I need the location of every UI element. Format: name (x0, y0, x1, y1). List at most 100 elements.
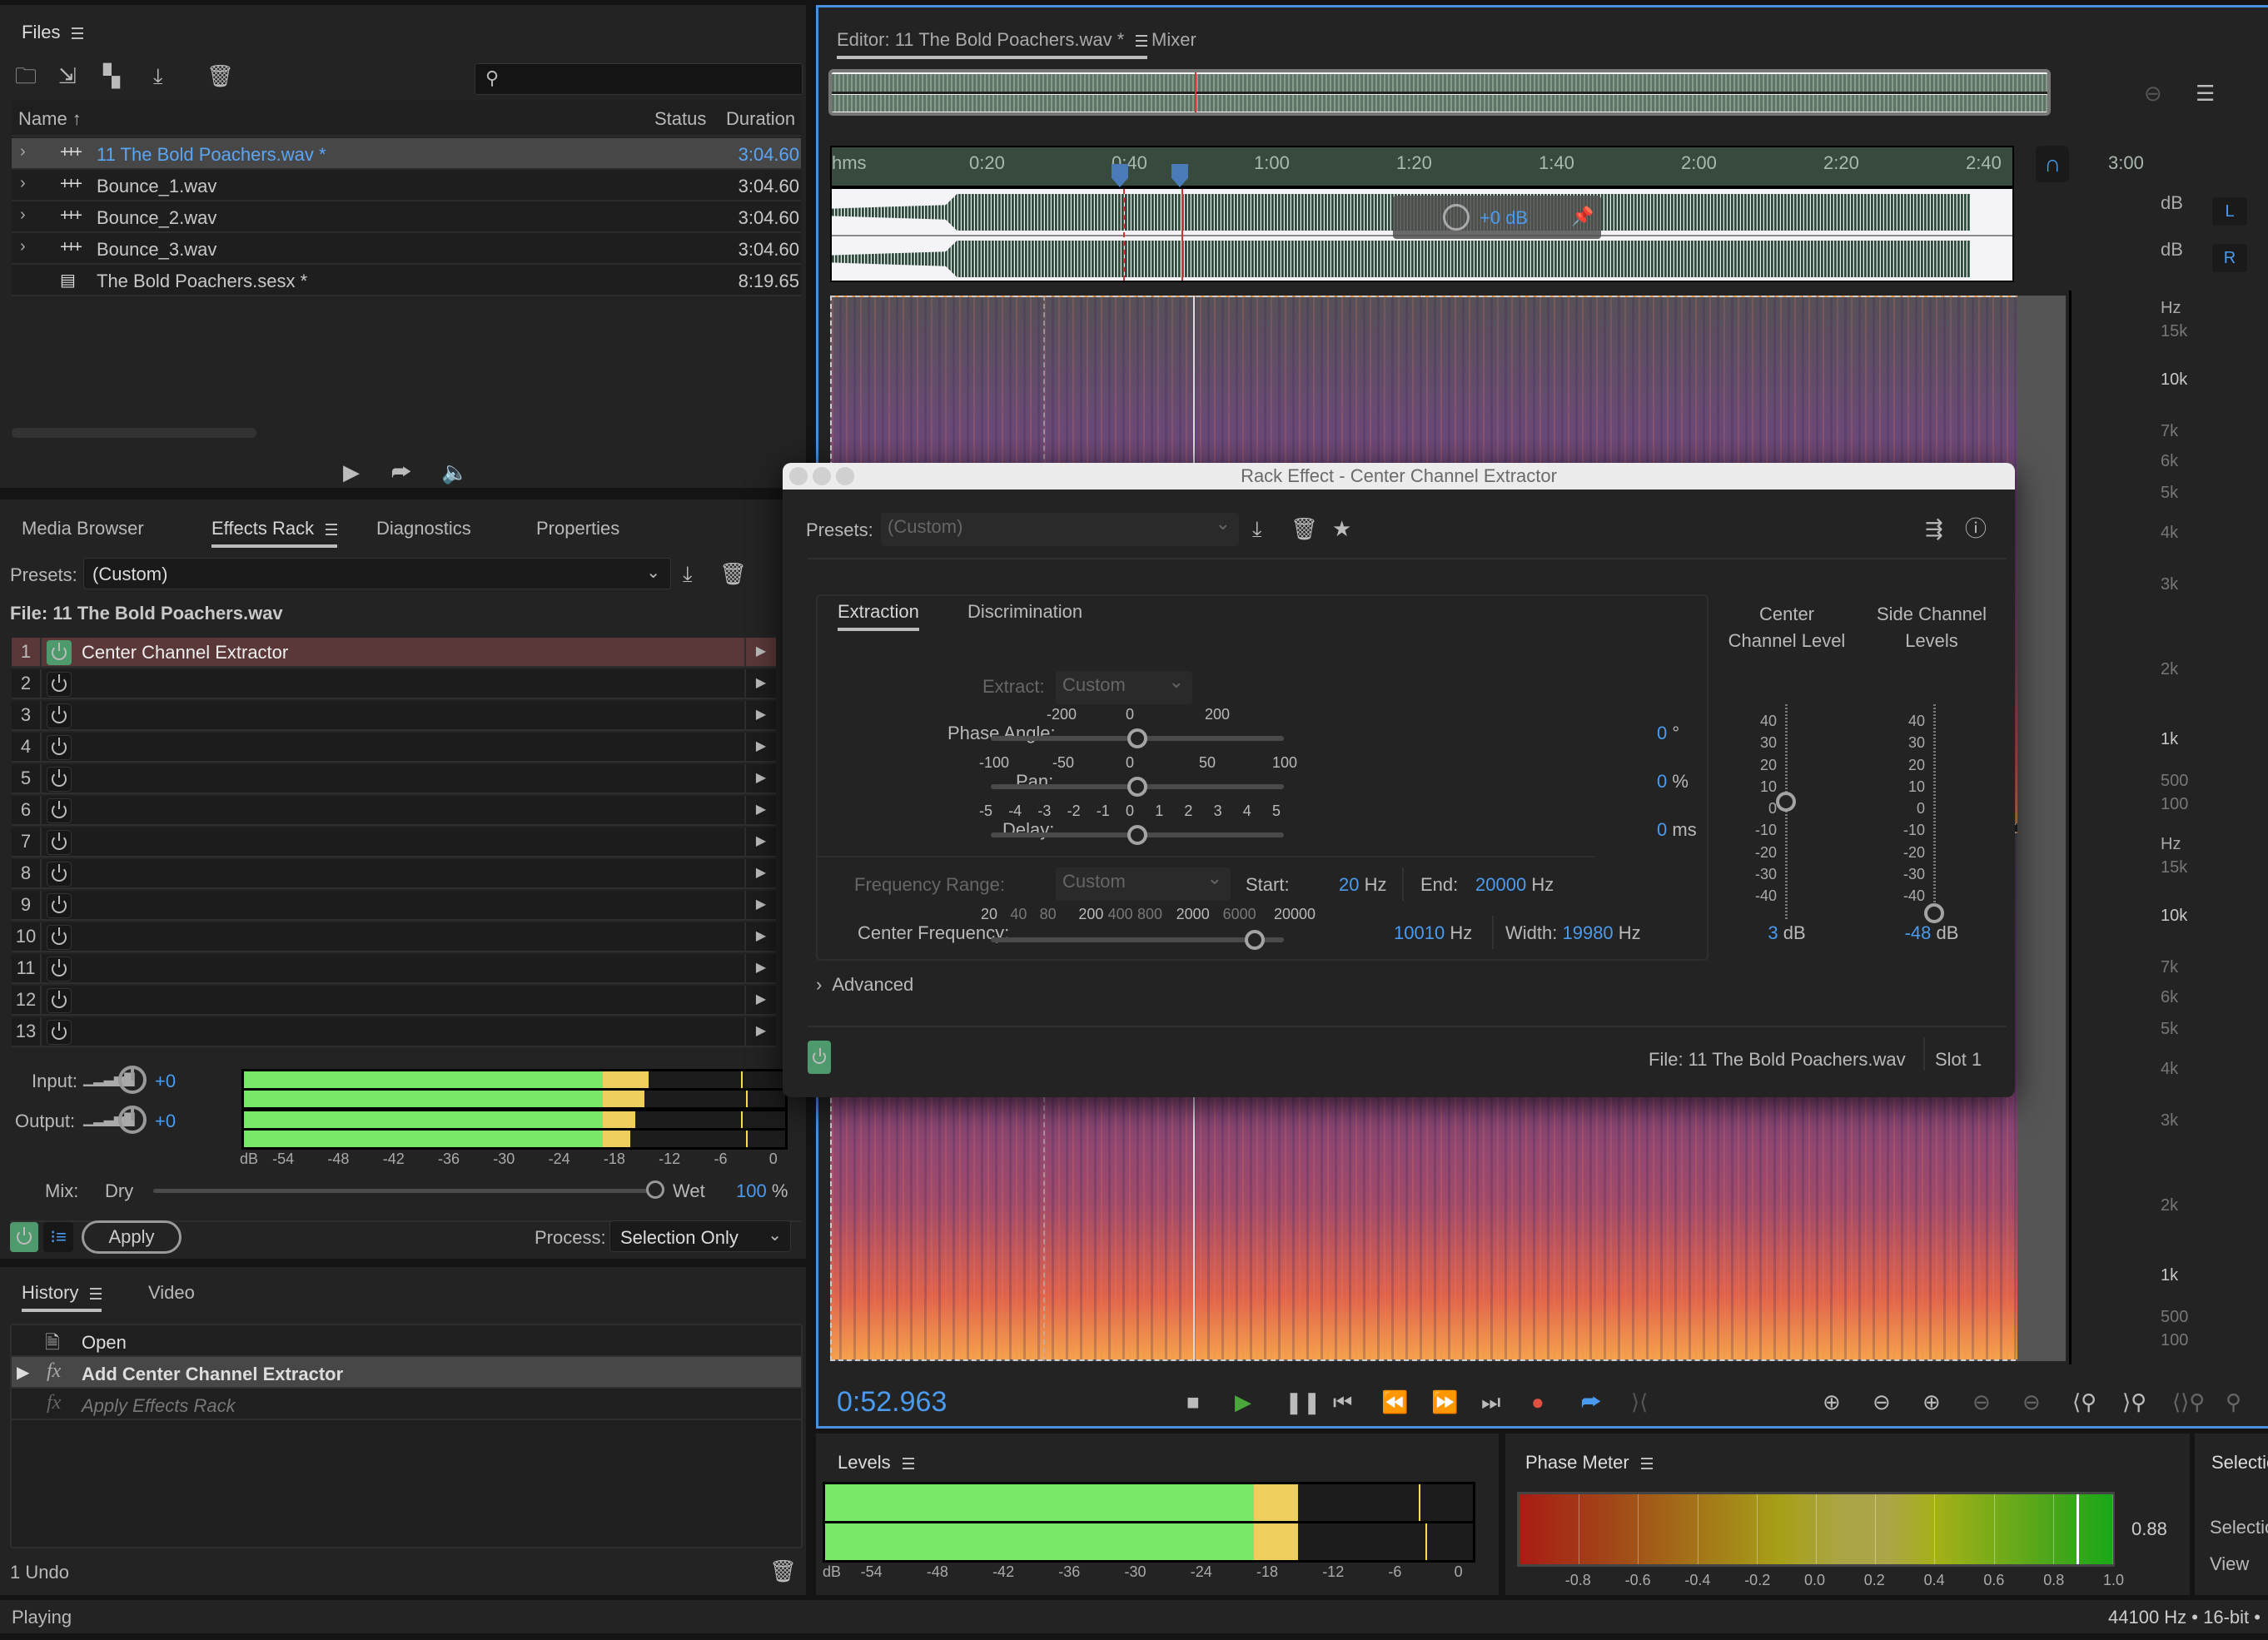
zoom-out-time-icon[interactable]: ⊖ (1972, 1389, 1991, 1415)
effect-slot[interactable]: 2 ▶ (12, 669, 776, 699)
slot-menu-arrow-icon[interactable]: ▶ (744, 827, 776, 856)
center-fader-handle[interactable] (1776, 792, 1796, 813)
snap-button[interactable]: ∩ (2036, 146, 2069, 182)
file-list-item[interactable]: ▤ The Bold Poachers.sesx * 8:19.65 (12, 265, 801, 296)
mix-slider-handle[interactable] (646, 1180, 664, 1199)
tab-mixer[interactable]: Mixer (1151, 29, 1196, 51)
files-scrollbar[interactable] (12, 428, 256, 438)
slot-menu-arrow-icon[interactable]: ▶ (744, 922, 776, 951)
zoom-in-amplitude-icon[interactable]: ⊕ (1823, 1389, 1841, 1415)
favorite-star-icon[interactable]: ★ (1332, 516, 1351, 541)
zoom-reset-icon[interactable]: ⚲ (2226, 1389, 2241, 1415)
editor-menu-icon[interactable] (1136, 35, 1148, 47)
open-file-icon[interactable]: 🗀 (15, 63, 37, 88)
dialog-zoom-button[interactable] (836, 467, 854, 485)
fast-forward-button[interactable]: ⏩ (1431, 1389, 1458, 1415)
side-level-value[interactable]: -48 (1905, 922, 1932, 943)
effect-slot[interactable]: 13 ▶ (12, 1017, 776, 1047)
slot-menu-arrow-icon[interactable]: ▶ (744, 638, 776, 666)
rewind-button[interactable]: ⏪ (1381, 1389, 1408, 1415)
skip-selection-button[interactable]: ⟩⟨ (1631, 1389, 1648, 1415)
slot-power-button[interactable] (47, 735, 72, 760)
signal-routing-icon[interactable]: ⇶ (1925, 516, 1943, 541)
effect-slot[interactable]: 3 ▶ (12, 701, 776, 731)
slot-power-button[interactable] (47, 988, 72, 1013)
phase-slider-handle[interactable] (1127, 728, 1147, 748)
slot-power-button[interactable] (47, 1020, 72, 1045)
file-list-item[interactable]: › +++ Bounce_1.wav 3:04.60 (12, 170, 801, 201)
delay-value[interactable]: 0 (1657, 819, 1667, 840)
slot-menu-arrow-icon[interactable]: ▶ (744, 701, 776, 729)
tab-effects-rack[interactable]: Effects Rack (211, 518, 338, 548)
slot-power-button[interactable] (47, 640, 72, 665)
slot-menu-arrow-icon[interactable]: ▶ (744, 796, 776, 824)
skip-to-start-button[interactable]: ⏮ (1333, 1389, 1352, 1416)
cf-slider-track[interactable] (991, 937, 1284, 942)
dialog-presets-dropdown[interactable]: (Custom) (881, 513, 1239, 546)
toggle-view-icon[interactable]: ☰ (2196, 81, 2215, 106)
effect-slot[interactable]: 8 ▶ (12, 859, 776, 889)
tab-extraction[interactable]: Extraction (838, 601, 919, 631)
rack-power-button[interactable] (10, 1222, 38, 1252)
dialog-close-button[interactable] (789, 467, 808, 485)
history-menu-icon[interactable] (90, 1288, 102, 1300)
phase-menu-icon[interactable] (1640, 1458, 1653, 1470)
files-search-input[interactable]: ⚲ (475, 63, 803, 95)
effect-slot[interactable]: 1 Center Channel Extractor ▶ (12, 638, 776, 668)
effect-slot[interactable]: 7 ▶ (12, 827, 776, 857)
tab-discrimination[interactable]: Discrimination (967, 601, 1082, 623)
input-gain-knob[interactable] (118, 1066, 147, 1094)
process-dropdown[interactable]: Selection Only ⌄ (609, 1220, 791, 1252)
slot-menu-arrow-icon[interactable]: ▶ (744, 954, 776, 982)
save-preset-icon[interactable]: ⤓ (683, 561, 693, 586)
play-preview-icon[interactable]: ▶ (343, 460, 360, 485)
slot-menu-arrow-icon[interactable]: ▶ (744, 986, 776, 1014)
info-icon[interactable]: ⓘ (1965, 516, 1987, 541)
history-item-undone[interactable]: fx Apply Effects Rack (12, 1389, 801, 1420)
slot-menu-arrow-icon[interactable]: ▶ (744, 859, 776, 887)
tab-editor[interactable]: Editor: 11 The Bold Poachers.wav * (837, 29, 1148, 59)
history-item[interactable]: 🗎 Open (12, 1325, 801, 1357)
autoplay-icon[interactable]: 🔈 (441, 460, 468, 485)
stop-button[interactable]: ■ (1186, 1389, 1200, 1415)
slot-power-button[interactable] (47, 957, 72, 982)
slot-power-button[interactable] (47, 798, 72, 823)
slot-power-button[interactable] (47, 672, 72, 697)
delete-file-icon[interactable]: 🗑 (206, 63, 234, 88)
slot-power-button[interactable] (47, 767, 72, 792)
column-duration[interactable]: Duration (726, 108, 795, 130)
slot-power-button[interactable] (47, 893, 72, 918)
clear-history-icon[interactable]: 🗑 (769, 1558, 797, 1583)
column-name[interactable]: Name ↑ (18, 108, 82, 130)
advanced-toggle[interactable]: › Advanced (816, 974, 913, 996)
zoom-in-time-icon[interactable]: ⊕ (1922, 1389, 1941, 1415)
dialog-title-bar[interactable]: Rack Effect - Center Channel Extractor (783, 463, 2015, 490)
effects-list-button[interactable]: ⁝≡ (43, 1222, 73, 1252)
effects-rack-menu-icon[interactable] (326, 524, 338, 536)
output-gain-value[interactable]: +0 (155, 1111, 176, 1132)
width-value[interactable]: 19980 (1562, 922, 1613, 943)
history-item-current[interactable]: ▶ fx Add Center Channel Extractor (12, 1357, 801, 1389)
phase-angle-value[interactable]: 0 (1657, 723, 1667, 743)
dialog-minimize-button[interactable] (813, 467, 831, 485)
end-value[interactable]: 20000 (1475, 874, 1526, 895)
frequency-range-dropdown[interactable]: Custom (1056, 867, 1231, 901)
pin-icon[interactable]: 📌 (1571, 206, 1594, 227)
skip-to-end-button[interactable]: ⏭ (1481, 1389, 1500, 1416)
slot-power-button[interactable] (47, 830, 72, 855)
input-gain-value[interactable]: +0 (155, 1071, 176, 1092)
slot-menu-arrow-icon[interactable]: ▶ (744, 891, 776, 919)
slot-power-button[interactable] (47, 862, 72, 887)
zoom-selection-out-icon[interactable]: ⟩⚲ (2122, 1389, 2146, 1415)
tab-video[interactable]: Video (148, 1282, 195, 1304)
effect-slot[interactable]: 6 ▶ (12, 796, 776, 826)
zoom-out-full-icon[interactable]: ⊖ (2022, 1389, 2041, 1415)
delete-preset-icon[interactable]: 🗑 (1291, 516, 1318, 541)
effect-slot[interactable]: 12 ▶ (12, 986, 776, 1016)
hud-gain-knob[interactable] (1443, 204, 1470, 231)
mix-value[interactable]: 100 (736, 1180, 767, 1201)
zoom-selection-in-icon[interactable]: ⟨⚲ (2072, 1389, 2096, 1415)
column-status[interactable]: Status (654, 108, 706, 130)
mix-slider-track[interactable] (153, 1189, 653, 1193)
play-button[interactable]: ▶ (1235, 1389, 1251, 1415)
